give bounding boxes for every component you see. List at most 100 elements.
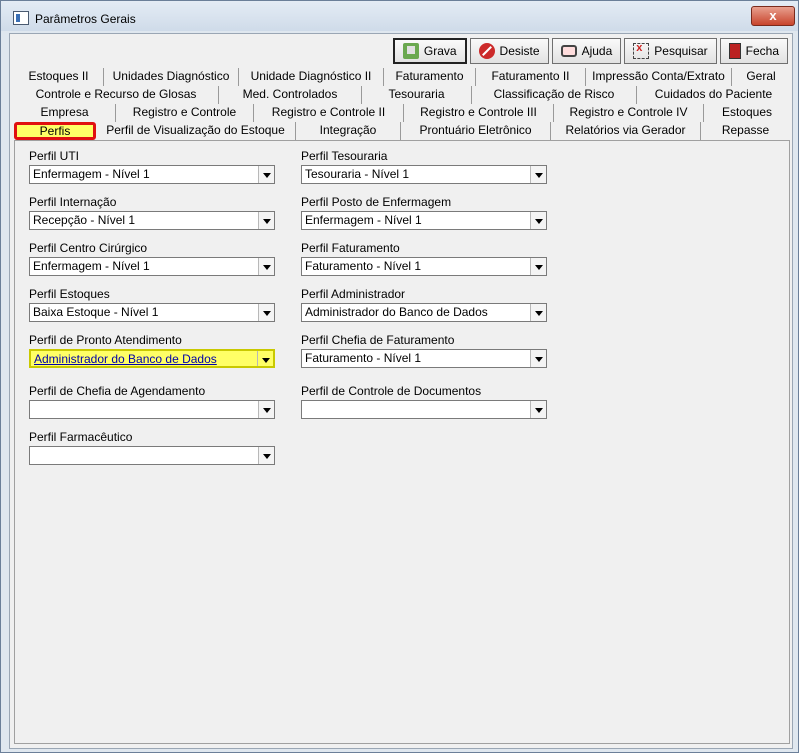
tab-impressao-conta-extrato[interactable]: Impressão Conta/Extrato bbox=[586, 68, 732, 86]
perfil-chefia-agendamento-select[interactable] bbox=[29, 400, 275, 419]
desiste-label: Desiste bbox=[499, 44, 540, 58]
tab-registro-controle-iv[interactable]: Registro e Controle IV bbox=[554, 104, 704, 122]
tab-faturamento[interactable]: Faturamento bbox=[384, 68, 476, 86]
tab-unidades-diagnostico[interactable]: Unidades Diagnóstico bbox=[104, 68, 239, 86]
tab-registro-controle[interactable]: Registro e Controle bbox=[116, 104, 254, 122]
title-bar[interactable]: Parâmetros Gerais x bbox=[1, 1, 798, 31]
chevron-down-icon[interactable] bbox=[530, 350, 546, 367]
chevron-down-icon[interactable] bbox=[257, 351, 273, 366]
tab-prontuario-eletronico[interactable]: Prontuário Eletrônico bbox=[401, 122, 551, 140]
tab-empresa[interactable]: Empresa bbox=[14, 104, 116, 122]
fecha-label: Fecha bbox=[745, 44, 779, 58]
tab-integracao[interactable]: Integração bbox=[296, 122, 401, 140]
perfil-farmaceutico-field: Perfil Farmacêutico bbox=[29, 430, 275, 465]
ajuda-button[interactable]: Ajuda bbox=[551, 38, 622, 64]
perfil-administrador-label: Perfil Administrador bbox=[301, 287, 406, 301]
perfil-internacao-value: Recepção - Nível 1 bbox=[33, 213, 136, 227]
perfil-chefia-faturamento-value: Faturamento - Nível 1 bbox=[305, 351, 422, 365]
fecha-button[interactable]: Fecha bbox=[719, 38, 788, 64]
tab-row-2: Controle e Recurso de Glosas Med. Contro… bbox=[14, 86, 790, 104]
perfil-estoques-label: Perfil Estoques bbox=[29, 287, 110, 301]
grava-button[interactable]: Grava bbox=[392, 38, 467, 64]
tab-estoques[interactable]: Estoques bbox=[704, 104, 790, 122]
perfil-uti-label: Perfil UTI bbox=[29, 149, 80, 163]
tab-classificacao-risco[interactable]: Classificação de Risco bbox=[472, 86, 637, 104]
pesquisar-button[interactable]: Pesquisar bbox=[624, 38, 717, 64]
perfil-posto-enfermagem-select[interactable]: Enfermagem - Nível 1 bbox=[301, 211, 547, 230]
client-area: Grava Desiste Ajuda Pesquisar Fecha Esto… bbox=[9, 33, 793, 749]
perfil-pronto-atendimento-select[interactable]: Administrador do Banco de Dados bbox=[29, 349, 275, 368]
perfil-faturamento-select[interactable]: Faturamento - Nível 1 bbox=[301, 257, 547, 276]
exit-door-icon bbox=[728, 43, 741, 59]
perfil-controle-documentos-label: Perfil de Controle de Documentos bbox=[301, 384, 482, 398]
desiste-button[interactable]: Desiste bbox=[469, 38, 549, 64]
perfil-chefia-faturamento-select[interactable]: Faturamento - Nível 1 bbox=[301, 349, 547, 368]
perfil-centro-cirurgico-field: Perfil Centro Cirúrgico Enfermagem - Nív… bbox=[29, 241, 275, 276]
perfil-administrador-select[interactable]: Administrador do Banco de Dados bbox=[301, 303, 547, 322]
tab-geral[interactable]: Geral bbox=[732, 68, 790, 86]
tab-relatorios-via-gerador[interactable]: Relatórios via Gerador bbox=[551, 122, 701, 140]
perfil-tesouraria-field: Perfil Tesouraria Tesouraria - Nível 1 bbox=[301, 149, 547, 184]
perfil-administrador-field: Perfil Administrador Administrador do Ba… bbox=[301, 287, 547, 322]
tab-faturamento-ii[interactable]: Faturamento II bbox=[476, 68, 586, 86]
chevron-down-icon[interactable] bbox=[258, 258, 274, 275]
perfil-pronto-atendimento-value: Administrador do Banco de Dados bbox=[34, 352, 217, 366]
perfil-administrador-value: Administrador do Banco de Dados bbox=[305, 305, 488, 319]
perfil-centro-cirurgico-select[interactable]: Enfermagem - Nível 1 bbox=[29, 257, 275, 276]
tab-perfis[interactable]: Perfis bbox=[14, 122, 96, 140]
tab-med-controlados[interactable]: Med. Controlados bbox=[219, 86, 362, 104]
perfil-centro-cirurgico-label: Perfil Centro Cirúrgico bbox=[29, 241, 148, 255]
chevron-down-icon[interactable] bbox=[258, 212, 274, 229]
tab-registro-controle-ii[interactable]: Registro e Controle II bbox=[254, 104, 404, 122]
tab-row-1: Estoques II Unidades Diagnóstico Unidade… bbox=[14, 68, 790, 86]
close-window-button[interactable]: x bbox=[751, 6, 795, 26]
ajuda-label: Ajuda bbox=[581, 44, 613, 58]
tab-registro-controle-iii[interactable]: Registro e Controle III bbox=[404, 104, 554, 122]
perfil-uti-field: Perfil UTI Enfermagem - Nível 1 bbox=[29, 149, 275, 184]
tab-cuidados-paciente[interactable]: Cuidados do Paciente bbox=[637, 86, 790, 104]
tab-unidade-diagnostico-ii[interactable]: Unidade Diagnóstico II bbox=[239, 68, 384, 86]
tab-row-3: Empresa Registro e Controle Registro e C… bbox=[14, 104, 790, 122]
perfil-estoques-select[interactable]: Baixa Estoque - Nível 1 bbox=[29, 303, 275, 322]
chevron-down-icon[interactable] bbox=[258, 304, 274, 321]
perfil-centro-cirurgico-value: Enfermagem - Nível 1 bbox=[33, 259, 150, 273]
perfil-farmaceutico-select[interactable] bbox=[29, 446, 275, 465]
chevron-down-icon[interactable] bbox=[530, 401, 546, 418]
perfil-uti-select[interactable]: Enfermagem - Nível 1 bbox=[29, 165, 275, 184]
perfil-posto-enfermagem-label: Perfil Posto de Enfermagem bbox=[301, 195, 452, 209]
chevron-down-icon[interactable] bbox=[258, 166, 274, 183]
tab-repasse[interactable]: Repasse bbox=[701, 122, 790, 140]
perfil-internacao-field: Perfil Internação Recepção - Nível 1 bbox=[29, 195, 275, 230]
perfil-tesouraria-label: Perfil Tesouraria bbox=[301, 149, 388, 163]
perfil-faturamento-value: Faturamento - Nível 1 bbox=[305, 259, 422, 273]
grava-label: Grava bbox=[423, 44, 457, 58]
perfil-tesouraria-select[interactable]: Tesouraria - Nível 1 bbox=[301, 165, 547, 184]
tab-tesouraria[interactable]: Tesouraria bbox=[362, 86, 472, 104]
perfil-internacao-select[interactable]: Recepção - Nível 1 bbox=[29, 211, 275, 230]
perfil-controle-documentos-field: Perfil de Controle de Documentos bbox=[301, 384, 547, 419]
perfil-faturamento-label: Perfil Faturamento bbox=[301, 241, 400, 255]
chevron-down-icon[interactable] bbox=[530, 212, 546, 229]
tab-estoques-ii[interactable]: Estoques II bbox=[14, 68, 104, 86]
chevron-down-icon[interactable] bbox=[258, 401, 274, 418]
perfil-controle-documentos-select[interactable] bbox=[301, 400, 547, 419]
perfil-uti-value: Enfermagem - Nível 1 bbox=[33, 167, 150, 181]
perfil-internacao-label: Perfil Internação bbox=[29, 195, 117, 209]
perfil-faturamento-field: Perfil Faturamento Faturamento - Nível 1 bbox=[301, 241, 547, 276]
window-title: Parâmetros Gerais bbox=[35, 12, 136, 26]
cancel-icon bbox=[478, 43, 495, 59]
tab-controle-recurso-glosas[interactable]: Controle e Recurso de Glosas bbox=[14, 86, 219, 104]
tab-perfil-visualizacao-estoque[interactable]: Perfil de Visualização do Estoque bbox=[96, 122, 296, 140]
save-icon bbox=[402, 43, 419, 59]
pesquisar-label: Pesquisar bbox=[654, 44, 708, 58]
chevron-down-icon[interactable] bbox=[258, 447, 274, 464]
perfil-chefia-faturamento-field: Perfil Chefia de Faturamento Faturamento… bbox=[301, 333, 547, 368]
app-window-icon bbox=[13, 11, 29, 25]
chevron-down-icon[interactable] bbox=[530, 304, 546, 321]
tab-strip: Estoques II Unidades Diagnóstico Unidade… bbox=[14, 68, 790, 140]
chevron-down-icon[interactable] bbox=[530, 166, 546, 183]
search-icon bbox=[633, 42, 650, 59]
chevron-down-icon[interactable] bbox=[530, 258, 546, 275]
perfil-estoques-value: Baixa Estoque - Nível 1 bbox=[33, 305, 159, 319]
perfil-chefia-agendamento-field: Perfil de Chefia de Agendamento bbox=[29, 384, 275, 419]
